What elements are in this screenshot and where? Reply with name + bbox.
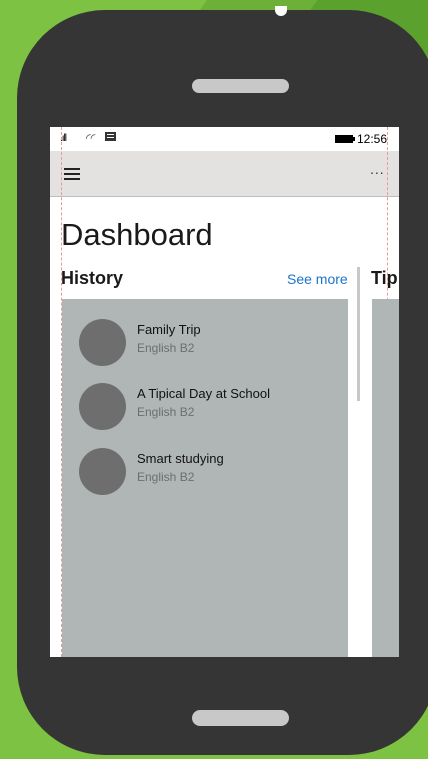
page-title: Dashboard xyxy=(61,217,213,252)
wifi-icon: ◜◜ xyxy=(86,131,96,145)
message-icon xyxy=(105,132,116,141)
app-screen: .ıll ◜◜ 12:56 ... Dashboard History See … xyxy=(50,127,399,657)
history-item-subtitle: English B2 xyxy=(137,341,195,355)
status-time: 12:56 xyxy=(357,132,388,146)
history-item-title: Family Trip xyxy=(137,322,201,337)
tips-card xyxy=(372,299,399,657)
avatar xyxy=(79,383,126,430)
history-item-title: A Tipical Day at School xyxy=(137,386,270,401)
battery-icon xyxy=(335,135,355,143)
tips-section-title: Tip xyxy=(371,268,398,288)
avatar xyxy=(79,319,126,366)
avatar xyxy=(79,448,126,495)
phone-home-button[interactable] xyxy=(192,710,289,726)
history-item-subtitle: English B2 xyxy=(137,405,195,419)
history-item[interactable]: Smart studying English B2 xyxy=(79,448,339,498)
hamburger-menu-icon[interactable] xyxy=(64,168,80,180)
history-card: Family Trip English B2 A Tipical Day at … xyxy=(62,299,348,657)
phone-speaker xyxy=(192,79,289,93)
history-item[interactable]: Family Trip English B2 xyxy=(79,319,339,369)
status-bar: .ıll ◜◜ 12:56 xyxy=(50,127,399,151)
app-bar: ... xyxy=(50,151,399,197)
history-item[interactable]: A Tipical Day at School English B2 xyxy=(79,383,339,433)
history-section-title: History xyxy=(61,268,124,288)
scrollbar[interactable] xyxy=(357,267,360,401)
see-more-link[interactable]: See more xyxy=(287,271,348,287)
history-item-title: Smart studying xyxy=(137,451,224,466)
more-options-button[interactable]: ... xyxy=(370,161,385,177)
history-item-subtitle: English B2 xyxy=(137,470,195,484)
phone-sensor xyxy=(275,6,287,16)
